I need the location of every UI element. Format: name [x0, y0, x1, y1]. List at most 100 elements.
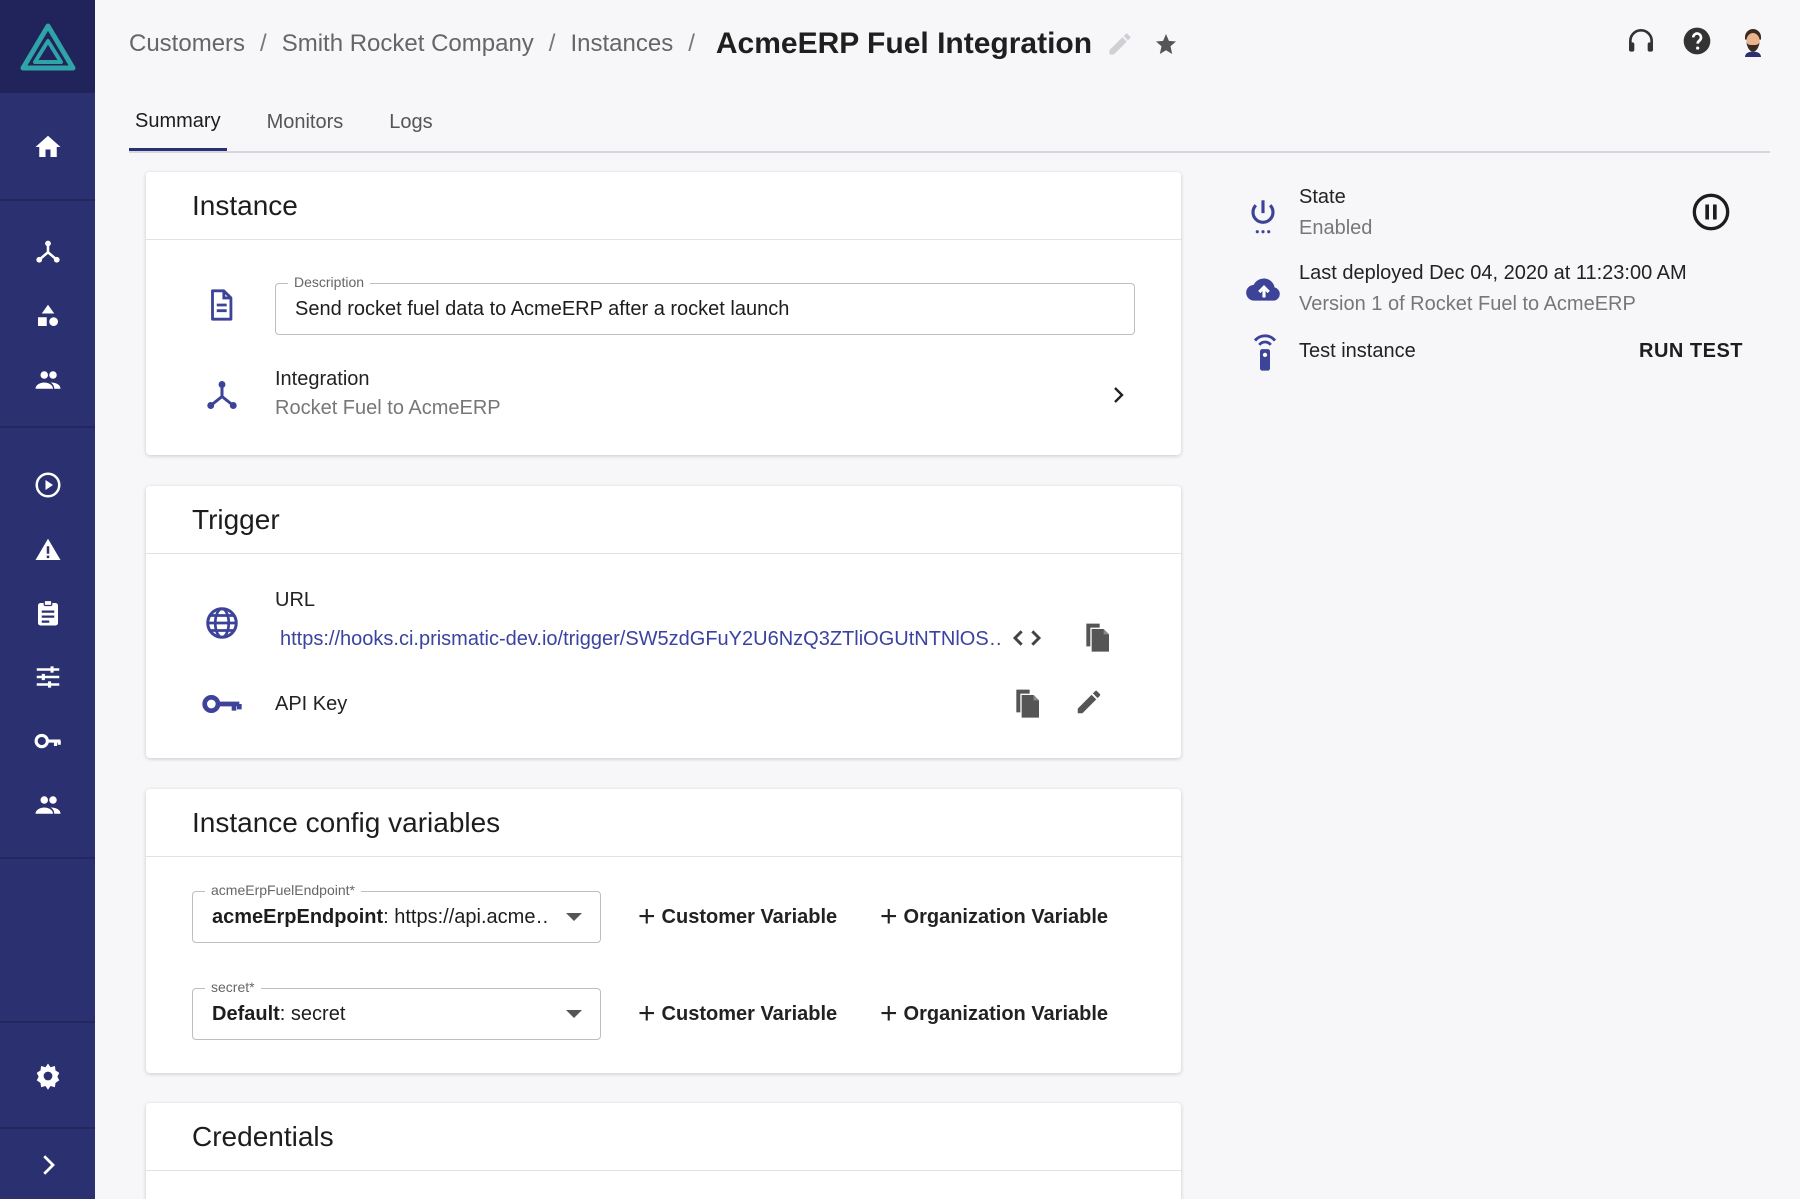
- sidebar-expand-button[interactable]: [0, 1135, 95, 1195]
- plus-icon: +: [638, 900, 656, 933]
- view-code-button[interactable]: [1011, 622, 1043, 654]
- help-icon: [1683, 27, 1711, 55]
- logs-icon: [37, 599, 58, 626]
- logo[interactable]: [0, 0, 95, 93]
- add-customer-variable-button[interactable]: + Customer Variable: [638, 992, 837, 1036]
- endpoint-selected-value: : https://api.acme…: [383, 905, 550, 928]
- secret-key: Default: [212, 1002, 280, 1025]
- integration-icon-wrap: [204, 377, 240, 413]
- trigger-url-link[interactable]: https://hooks.ci.prismatic-dev.io/trigge…: [280, 628, 1000, 651]
- add-organization-variable-button[interactable]: + Organization Variable: [880, 992, 1108, 1036]
- logo-icon: [20, 23, 75, 70]
- nav-alerts[interactable]: [0, 520, 95, 580]
- avatar-icon: [1745, 29, 1761, 57]
- breadcrumb-customer[interactable]: Smith Rocket Company: [282, 30, 534, 58]
- page-title: AcmeERP Fuel Integration: [715, 27, 1093, 60]
- nav-keys[interactable]: [0, 711, 95, 771]
- chevron-down-icon: [566, 1010, 582, 1018]
- tab-monitors[interactable]: Monitors: [261, 94, 350, 151]
- state-label: State: [1299, 186, 1346, 208]
- nav-integrations[interactable]: [0, 221, 95, 281]
- deploy-info: Last deployed Dec 04, 2020 at 11:23:00 A…: [1299, 262, 1687, 316]
- credentials-card: Credentials: [146, 1103, 1181, 1199]
- breadcrumb-separator: /: [260, 30, 267, 57]
- test-instance-label: Test instance: [1299, 340, 1416, 362]
- tab-logs[interactable]: Logs: [383, 94, 438, 151]
- add-organization-variable-label: Organization Variable: [903, 905, 1109, 928]
- add-organization-variable-button[interactable]: + Organization Variable: [880, 895, 1108, 939]
- nav-org-settings[interactable]: [0, 1046, 95, 1106]
- endpoint-select[interactable]: acmeErpFuelEndpoint* acmeErpEndpoint: ht…: [192, 882, 601, 943]
- pause-instance-button[interactable]: [1691, 192, 1731, 237]
- secret-value: Default: secret: [212, 989, 550, 1039]
- run-test-button[interactable]: RUN TEST: [1639, 340, 1743, 363]
- deployed-version: Version 1 of Rocket Fuel to AcmeERP: [1299, 293, 1636, 315]
- nav-customers[interactable]: [0, 350, 95, 410]
- config-variables-card: Instance config variables acmeErpFuelEnd…: [146, 789, 1181, 1073]
- secret-selected-value: : secret: [279, 1002, 346, 1025]
- description-field[interactable]: Description Send rocket fuel data to Acm…: [275, 274, 1135, 335]
- trigger-card-title: Trigger: [146, 486, 1181, 554]
- integration-value: Rocket Fuel to AcmeERP: [275, 397, 501, 419]
- customers-icon: [35, 371, 60, 389]
- nav-settings-sliders[interactable]: [0, 647, 95, 707]
- pencil-icon: [1077, 690, 1101, 714]
- breadcrumb-separator: /: [548, 30, 556, 57]
- breadcrumb-separator: /: [688, 30, 695, 57]
- copy-icon: [1016, 689, 1039, 718]
- favorite-button[interactable]: [1154, 32, 1178, 56]
- credentials-card-title: Credentials: [146, 1103, 1181, 1171]
- support-button[interactable]: [1624, 24, 1658, 58]
- secret-select[interactable]: secret* Default: secret: [192, 979, 601, 1040]
- nav-users[interactable]: [0, 775, 95, 835]
- trigger-card: Trigger URL https://hooks.ci.prismatic-d…: [146, 486, 1181, 758]
- copy-icon: [1086, 623, 1109, 652]
- plus-icon: +: [880, 900, 898, 933]
- breadcrumb: Customers / Smith Rocket Company / Insta…: [129, 24, 1178, 64]
- description-icon-wrap: [204, 288, 238, 322]
- star-icon: [1156, 34, 1177, 54]
- breadcrumb-instances[interactable]: Instances: [570, 30, 673, 58]
- deployed-label: Last deployed Dec 04, 2020 at 11:23:00 A…: [1299, 262, 1687, 284]
- integration-open-button[interactable]: [1106, 383, 1130, 407]
- chevron-right-icon: [1114, 387, 1124, 403]
- nav-executions[interactable]: [0, 455, 95, 515]
- globe-icon: [206, 607, 238, 639]
- copy-api-key-button[interactable]: [1011, 687, 1043, 719]
- cloud-upload-icon: [1246, 278, 1280, 301]
- integration-link[interactable]: Integration Rocket Fuel to AcmeERP: [275, 368, 501, 420]
- description-value: Send rocket fuel data to AcmeERP after a…: [295, 297, 790, 320]
- copy-url-button[interactable]: [1081, 621, 1113, 653]
- users-icon: [35, 796, 60, 814]
- sidebar: [0, 0, 95, 1199]
- headset-icon: [1629, 29, 1653, 52]
- components-icon: [37, 304, 58, 326]
- breadcrumb-customers[interactable]: Customers: [129, 30, 245, 58]
- edit-api-key-button[interactable]: [1074, 687, 1104, 717]
- nav-components[interactable]: [0, 286, 95, 346]
- document-icon: [211, 289, 233, 321]
- state-info: State Enabled: [1299, 186, 1372, 240]
- edit-title-button[interactable]: [1106, 30, 1134, 58]
- user-avatar-button[interactable]: [1736, 24, 1770, 58]
- tab-summary[interactable]: Summary: [129, 94, 227, 151]
- nav-home[interactable]: [0, 117, 95, 177]
- add-customer-variable-button[interactable]: + Customer Variable: [638, 895, 837, 939]
- test-icon-wrap: [1250, 332, 1280, 377]
- pause-circle-icon: [1692, 193, 1730, 231]
- code-icon: [1012, 630, 1042, 646]
- nav-logs[interactable]: [0, 583, 95, 643]
- key-icon: [202, 695, 242, 713]
- gear-icon: [36, 1063, 59, 1090]
- top-toolbar: [1624, 24, 1770, 58]
- instance-card: Instance Description Send rocket fuel da…: [146, 172, 1181, 455]
- state-value: Enabled: [1299, 217, 1373, 239]
- main-content: Customers / Smith Rocket Company / Insta…: [95, 0, 1800, 1199]
- help-button[interactable]: [1680, 24, 1714, 58]
- integration-icon: [207, 381, 237, 409]
- endpoint-value: acmeErpEndpoint: https://api.acme…: [212, 892, 550, 942]
- api-key-label: API Key: [275, 693, 348, 715]
- add-organization-variable-label: Organization Variable: [903, 1002, 1109, 1025]
- power-icon-wrap: [1245, 196, 1281, 241]
- tab-bar: Summary Monitors Logs: [129, 94, 1770, 153]
